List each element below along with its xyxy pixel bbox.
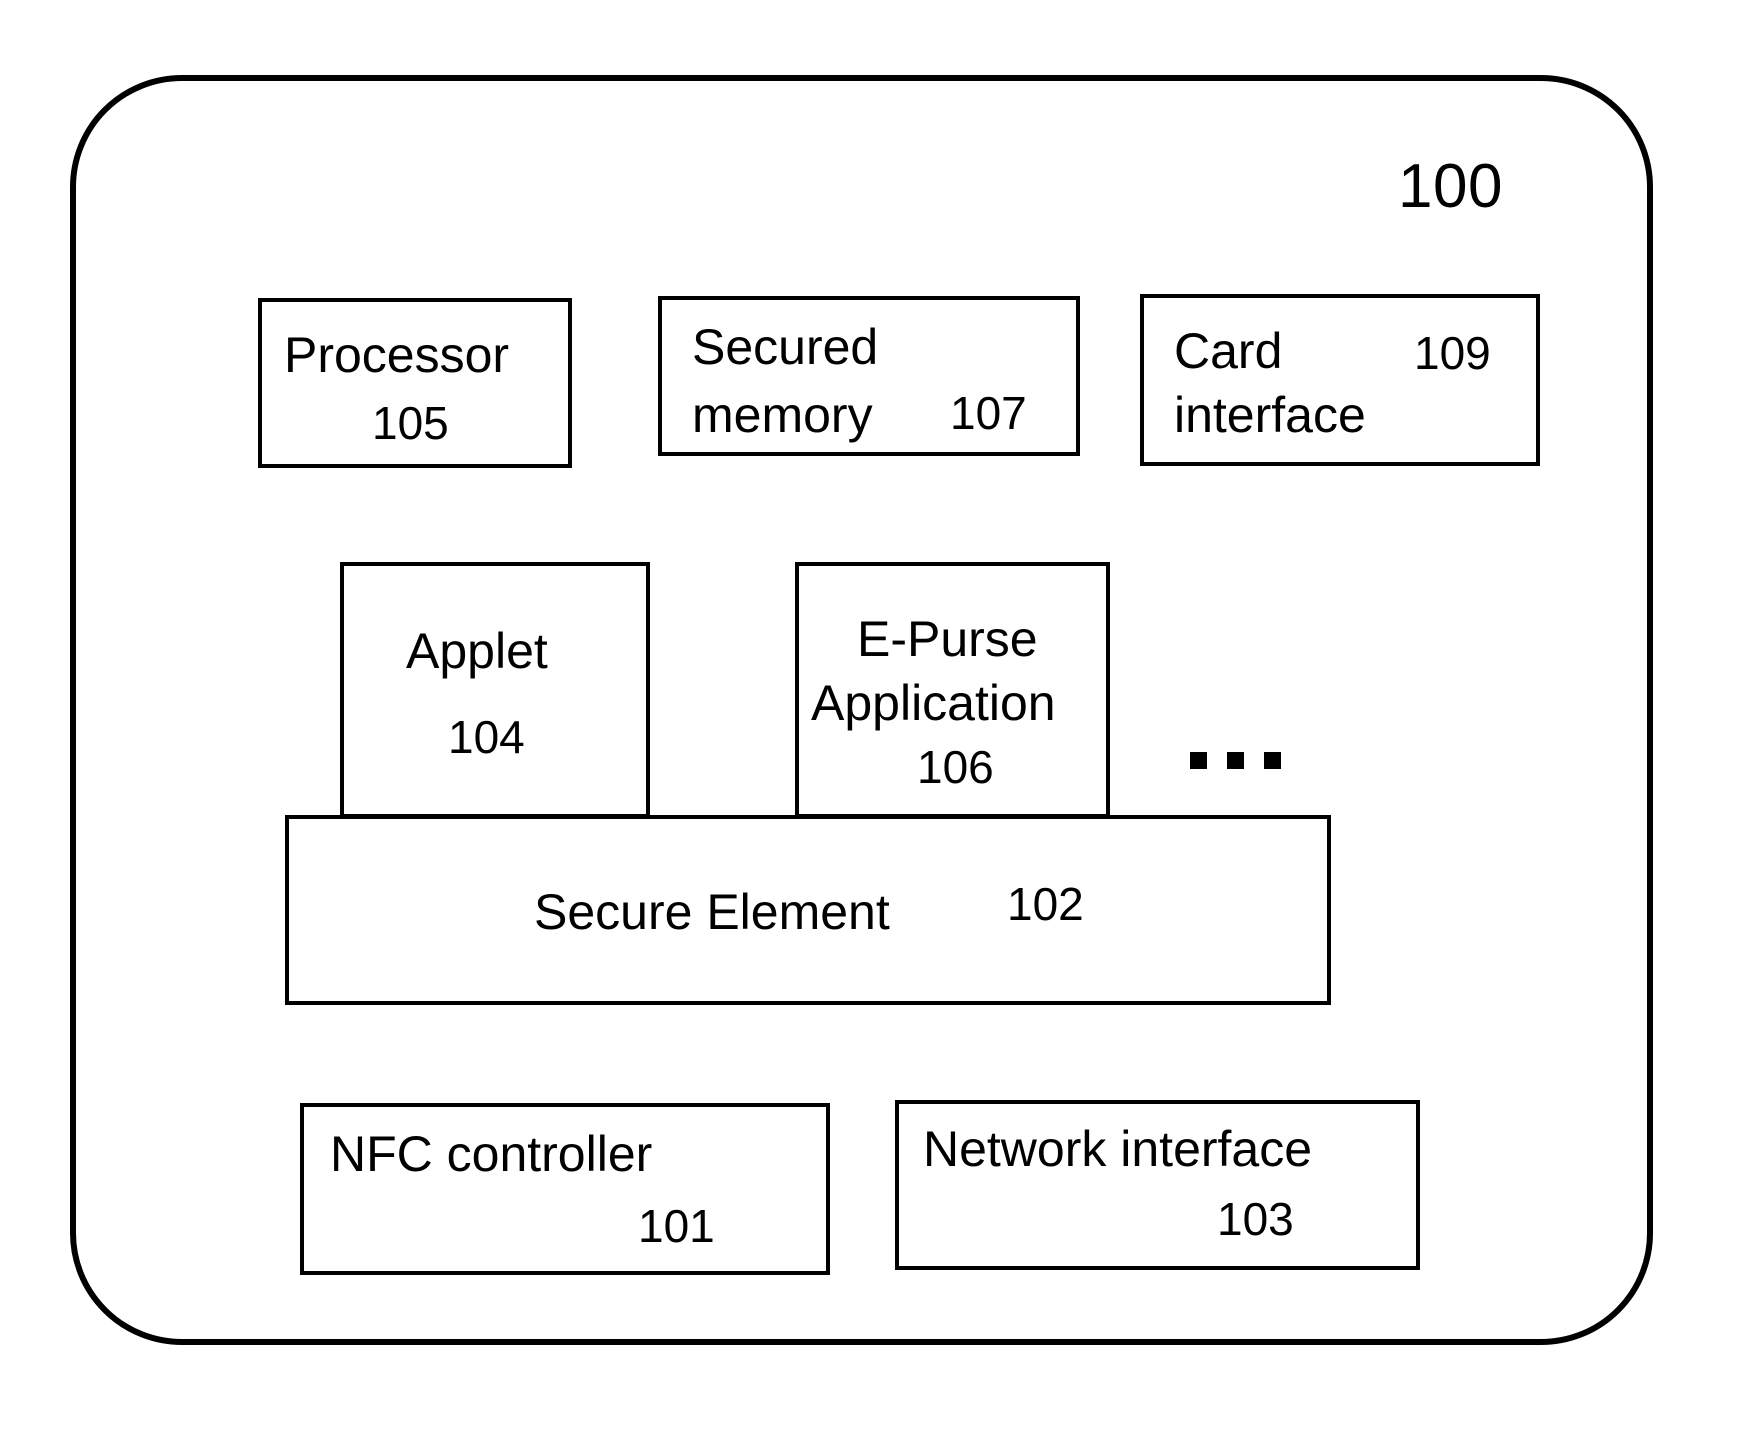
block-network-interface-reference: 103 [1217, 1193, 1294, 1245]
block-card-interface-label-line1: Card [1174, 323, 1283, 379]
block-nfc-controller-label: NFC controller [330, 1126, 653, 1182]
block-secured-memory-label-line2: memory [692, 387, 873, 443]
ellipsis-dot-icon [1190, 752, 1207, 769]
block-epurse-application-label-line1: E-Purse [857, 611, 1038, 667]
block-network-interface-label: Network interface [923, 1121, 1313, 1177]
figure-canvas: 100 Processor 105 Secured memory 107 Car… [0, 0, 1744, 1454]
block-epurse-application-reference: 106 [917, 741, 994, 793]
block-secured-memory-label-line1: Secured [692, 319, 879, 375]
block-secured-memory-reference: 107 [950, 387, 1027, 439]
block-processor-reference: 105 [372, 397, 449, 449]
block-nfc-controller-reference: 101 [638, 1200, 715, 1252]
block-card-interface-reference: 109 [1414, 327, 1491, 379]
device-reference-numeral: 100 [1398, 152, 1503, 221]
block-secure-element: Secure Element 102 [285, 815, 1331, 1005]
block-applet: Applet 104 [340, 562, 650, 818]
block-applet-label: Applet [406, 623, 548, 679]
ellipsis-dot-icon [1264, 752, 1281, 769]
ellipsis-dot-icon [1227, 752, 1244, 769]
block-secure-element-reference: 102 [1007, 878, 1084, 930]
block-applet-reference: 104 [448, 711, 525, 763]
block-epurse-application: E-Purse Application 106 [795, 562, 1110, 818]
block-card-interface: Card interface 109 [1140, 294, 1540, 466]
block-processor-label: Processor [284, 327, 510, 383]
additional-applications-ellipsis [1190, 752, 1281, 769]
block-epurse-application-label-line2: Application [811, 675, 1056, 731]
block-processor: Processor 105 [258, 298, 572, 468]
block-secured-memory: Secured memory 107 [658, 296, 1080, 456]
block-secure-element-label: Secure Element [534, 884, 890, 940]
block-network-interface: Network interface 103 [895, 1100, 1420, 1270]
block-nfc-controller: NFC controller 101 [300, 1103, 830, 1275]
block-card-interface-label-line2: interface [1174, 387, 1366, 443]
